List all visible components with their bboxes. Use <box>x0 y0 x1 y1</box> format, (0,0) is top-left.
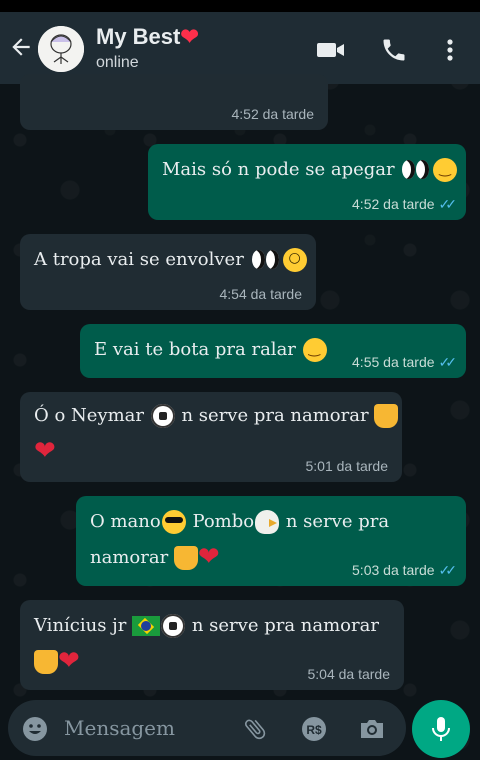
message-time: 5:03 da tarde <box>352 562 435 578</box>
message-time: 5:01 da tarde <box>305 458 388 474</box>
message-text: n serve pra <box>285 511 390 532</box>
message-bubble-incoming[interactable]: 4:52 da tarde <box>20 74 328 130</box>
message-list[interactable]: 4:52 da tarde Mais só n pode se apegar 4… <box>0 74 480 696</box>
arrow-left-icon[interactable] <box>8 34 38 64</box>
message-bubble-incoming[interactable]: Ó o Neymar n serve pra namorar 5:01 da t… <box>20 392 402 482</box>
more-vert-icon[interactable] <box>438 36 462 64</box>
shocked-face-emoji-icon <box>282 248 307 272</box>
message-text-line: Vinícius jr n serve pra namorar <box>34 614 379 638</box>
message-text-line <box>34 436 60 466</box>
soccer-ball-emoji-icon <box>150 404 175 428</box>
video-call-icon[interactable] <box>316 36 346 64</box>
broken-heart-emoji-icon <box>58 646 84 676</box>
message-time: 5:04 da tarde <box>307 666 390 682</box>
contact-status: online <box>96 54 139 71</box>
relieved-face-emoji-icon <box>433 158 458 182</box>
message-bubble-incoming[interactable]: Vinícius jr n serve pra namorar 5:04 da … <box>20 600 404 690</box>
payment-icon[interactable]: R$ <box>300 716 328 746</box>
message-meta: 5:03 da tarde ✓✓ <box>352 562 458 579</box>
emoji-icon[interactable] <box>22 716 48 746</box>
message-text-line <box>34 646 84 676</box>
thumbs-down-emoji-icon <box>34 650 58 674</box>
message-bubble-incoming[interactable]: A tropa vai se envolver 4:54 da tarde <box>20 234 316 310</box>
message-composer[interactable]: Mensagem R$ <box>8 700 406 756</box>
message-time: 4:55 da tarde <box>352 354 435 370</box>
contact-name[interactable]: My Best❤ <box>96 24 199 50</box>
mic-button[interactable] <box>412 700 470 758</box>
message-text: Pombo <box>192 511 255 532</box>
broken-heart-emoji-icon <box>34 436 60 466</box>
thumbs-down-emoji-icon <box>374 404 399 428</box>
broken-heart-emoji-icon <box>198 542 224 572</box>
soccer-ball-emoji-icon <box>161 614 186 638</box>
read-ticks-icon: ✓✓ <box>438 354 458 370</box>
message-bubble-outgoing[interactable]: O mano Pombo n serve pra namorar 5:03 da… <box>76 496 466 586</box>
avatar[interactable] <box>38 26 84 72</box>
message-text-line: A tropa vai se envolver <box>34 248 308 272</box>
camera-icon[interactable] <box>358 716 386 746</box>
mic-icon <box>432 717 450 741</box>
read-ticks-icon: ✓✓ <box>438 196 458 212</box>
contact-name-text: My Best <box>96 24 181 49</box>
sunglasses-face-emoji-icon <box>161 510 186 534</box>
heart-icon: ❤ <box>180 24 199 49</box>
thumbs-down-emoji-icon <box>173 546 198 570</box>
message-text: Ó o Neymar <box>34 405 145 426</box>
chat-screen: My Best❤ online 4:52 da tarde Mais só n … <box>0 0 480 760</box>
eyes-emoji-icon <box>251 248 281 272</box>
message-text: Vinícius jr <box>34 615 127 636</box>
message-text: n serve pra namorar <box>181 405 369 426</box>
message-text: A tropa vai se envolver <box>34 249 244 270</box>
message-time: 4:52 da tarde <box>352 196 435 212</box>
message-bubble-outgoing[interactable]: Mais só n pode se apegar 4:52 da tarde✓✓ <box>148 144 466 220</box>
message-text-line: Ó o Neymar n serve pra namorar <box>34 404 399 428</box>
message-time: 4:54 da tarde <box>219 286 302 302</box>
message-bubble-outgoing[interactable]: E vai te bota pra ralar 4:55 da tarde✓✓ <box>80 324 466 378</box>
message-meta: 4:55 da tarde ✓✓ <box>352 354 458 371</box>
brazil-flag-emoji-icon <box>132 616 161 636</box>
message-text-line: O mano Pombo n serve pra <box>90 510 389 534</box>
svg-text:R$: R$ <box>306 723 322 737</box>
eagle-emoji-icon <box>255 510 280 534</box>
read-ticks-icon: ✓✓ <box>438 562 458 578</box>
message-text: Mais só n pode se apegar <box>162 159 395 180</box>
message-text: E vai te bota pra ralar <box>94 339 296 360</box>
message-text-line: namorar <box>90 542 224 572</box>
eyes-emoji-icon <box>401 158 431 182</box>
message-text-line: E vai te bota pra ralar <box>94 338 328 362</box>
paperclip-icon[interactable] <box>242 716 268 746</box>
message-text: namorar <box>90 547 169 568</box>
relieved-face-emoji-icon <box>302 338 327 362</box>
message-text: n serve pra namorar <box>191 615 379 636</box>
system-status-bar <box>0 0 480 12</box>
message-time: 4:52 da tarde <box>231 106 314 122</box>
message-input[interactable]: Mensagem <box>64 716 175 740</box>
phone-icon[interactable] <box>380 36 410 64</box>
message-text-line: Mais só n pode se apegar <box>162 158 458 182</box>
message-text: O mano <box>90 511 161 532</box>
message-meta: 4:52 da tarde ✓✓ <box>352 196 458 213</box>
